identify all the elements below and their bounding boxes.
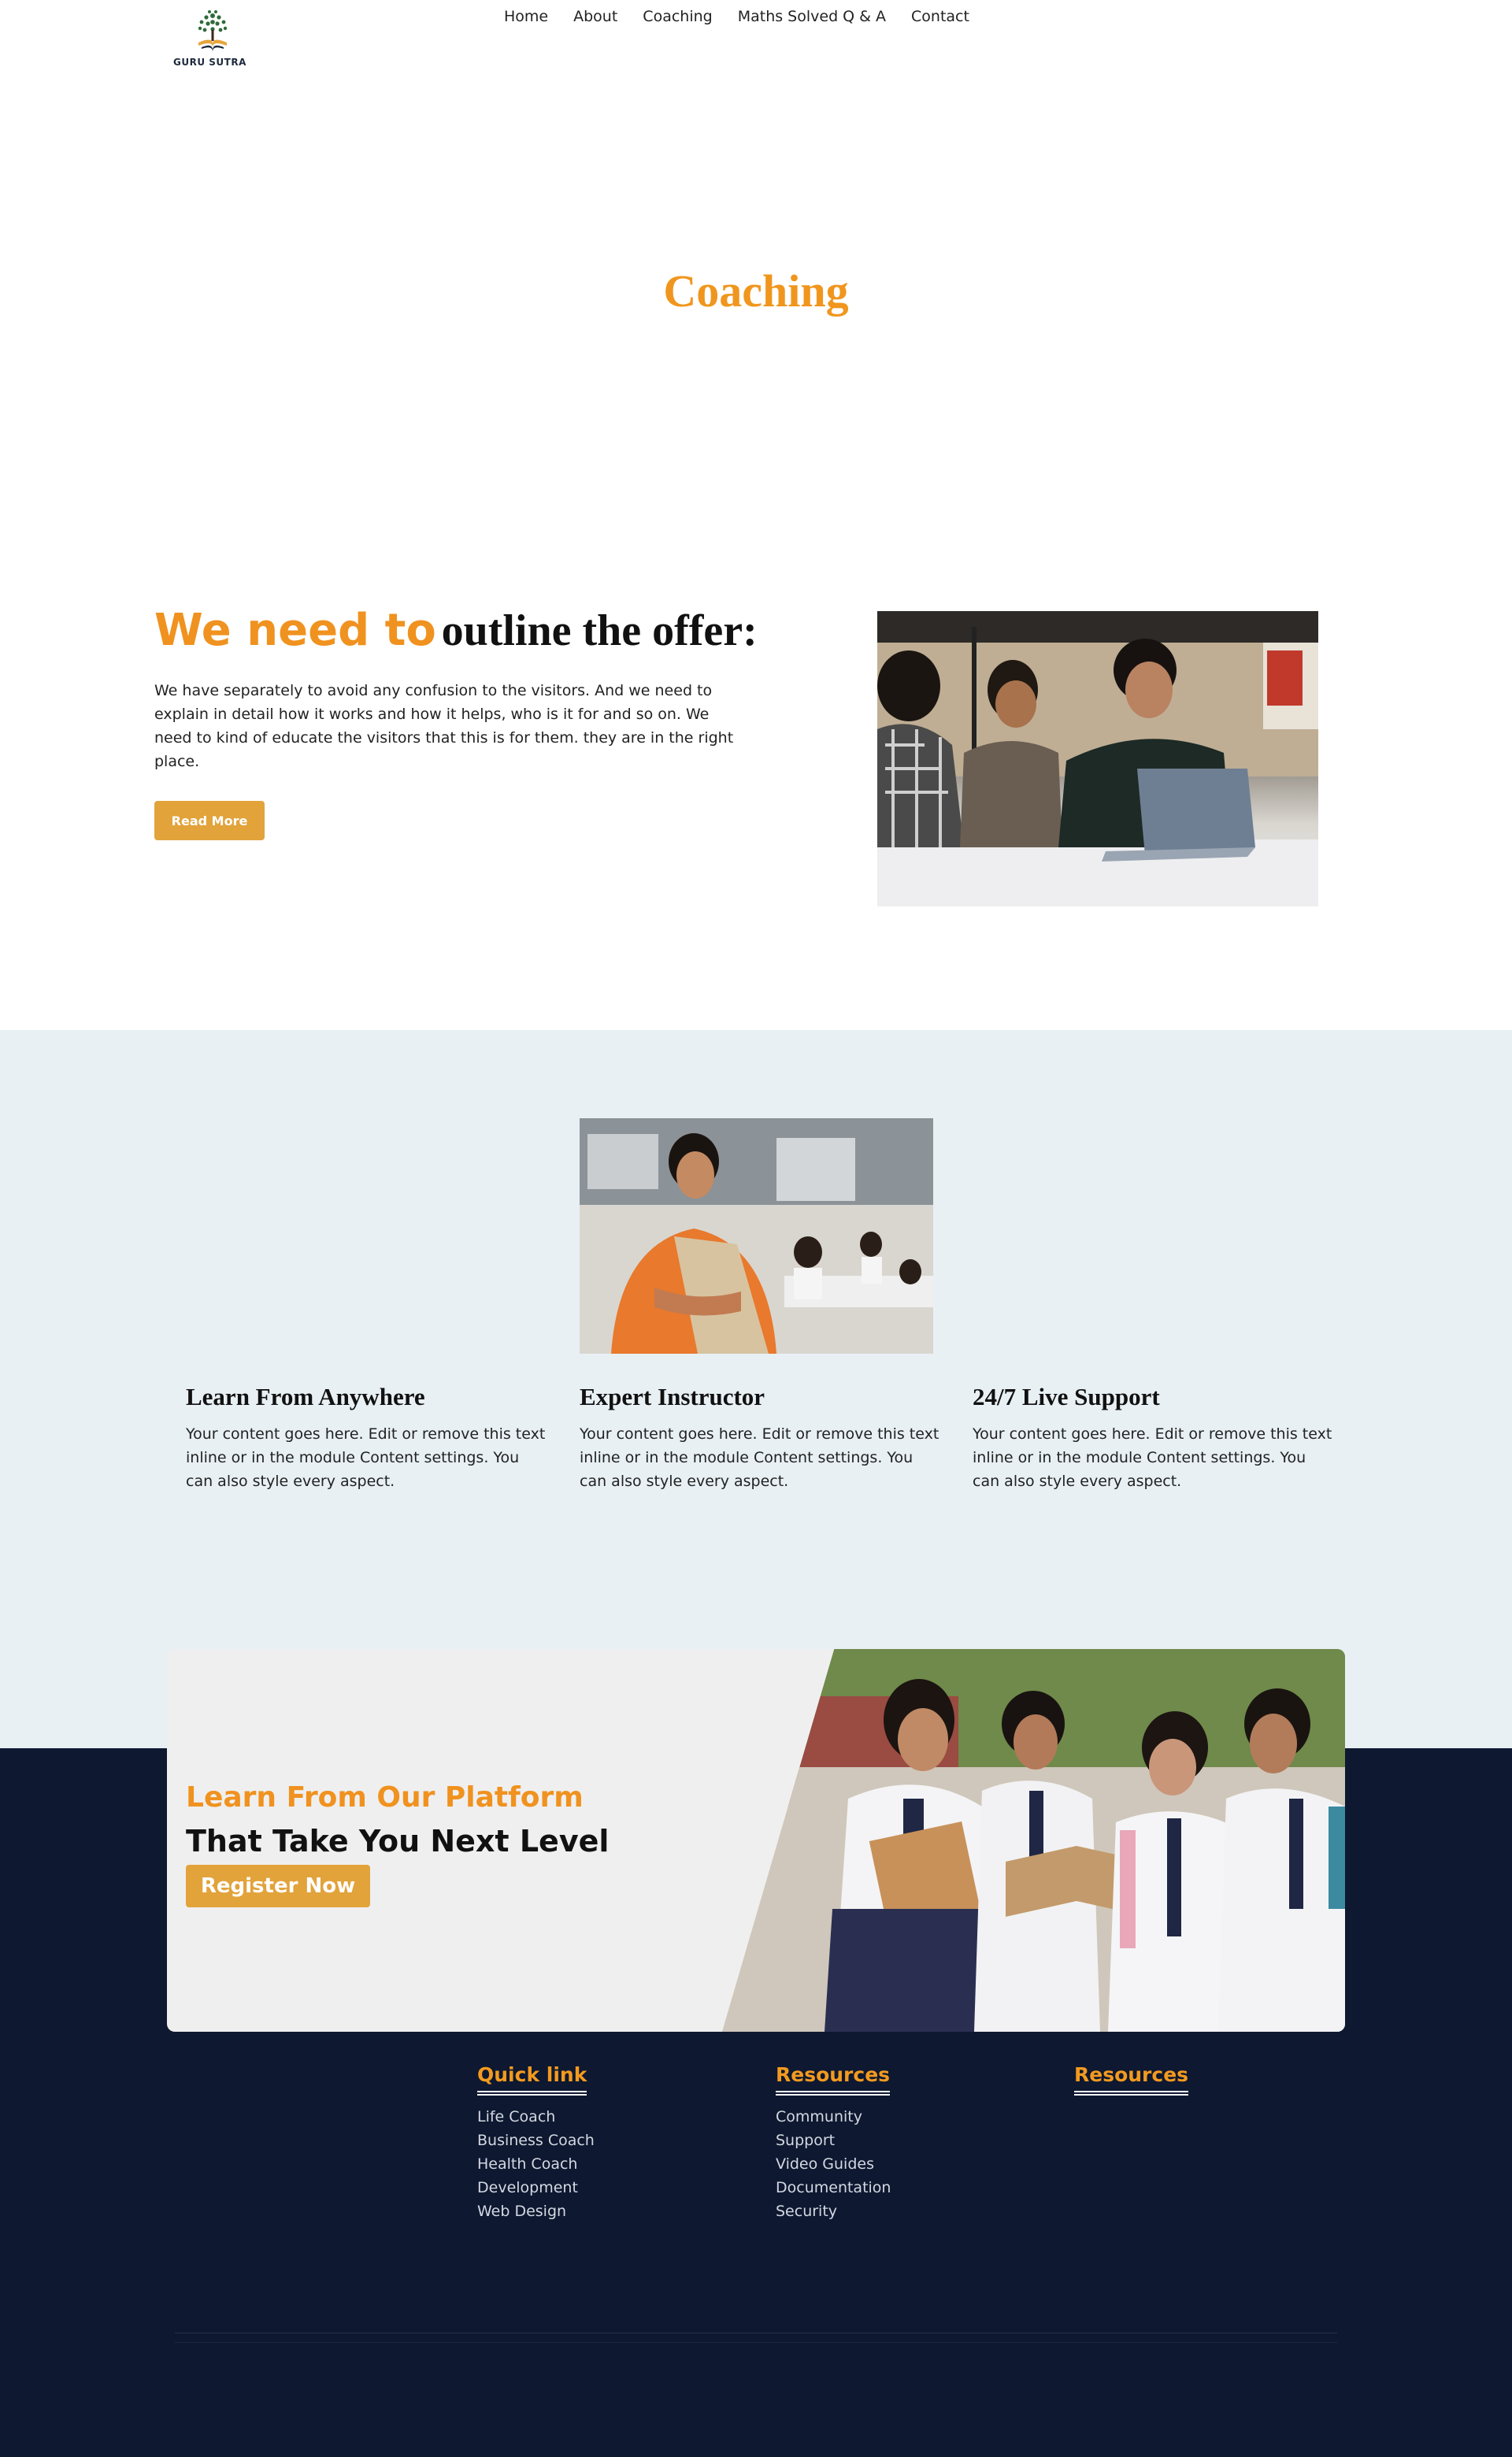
register-now-button[interactable]: Register Now — [186, 1865, 370, 1907]
teacher-classroom-illustration — [580, 1118, 933, 1354]
students-books-photo — [722, 1649, 1345, 2032]
footer-column-title: Quick link — [477, 2063, 587, 2096]
footer-link-health-coach[interactable]: Health Coach — [477, 2152, 682, 2176]
footer-link-development[interactable]: Development — [477, 2176, 682, 2199]
footer-link-business-coach[interactable]: Business Coach — [477, 2129, 682, 2152]
footer-column-resources-2: Resources — [1074, 2063, 1279, 2105]
footer-column-title: Resources — [1074, 2063, 1189, 2096]
footer-column-resources: Resources Community Support Video Guides… — [776, 2063, 980, 2223]
nav-about[interactable]: About — [573, 8, 617, 25]
feature-expert-instructor: Expert Instructor Your content goes here… — [580, 1383, 942, 1493]
feature-title: Learn From Anywhere — [186, 1383, 425, 1410]
nav-contact[interactable]: Contact — [911, 8, 969, 25]
tree-book-logo-icon — [198, 10, 228, 52]
feature-title: Expert Instructor — [580, 1383, 765, 1410]
nav-home[interactable]: Home — [504, 8, 548, 25]
footer-link-community[interactable]: Community — [776, 2105, 980, 2129]
footer-link-life-coach[interactable]: Life Coach — [477, 2105, 682, 2129]
feature-live-support: 24/7 Live Support Your content goes here… — [973, 1383, 1335, 1493]
logo-text: GURU SUTRA — [173, 57, 246, 68]
footer-link-security[interactable]: Security — [776, 2199, 980, 2223]
footer-link-documentation[interactable]: Documentation — [776, 2176, 980, 2199]
students-books-illustration — [722, 1649, 1345, 2032]
cta-banner: Learn From Our Platform That Take You Ne… — [167, 1649, 1345, 2032]
students-laptop-photo — [877, 611, 1318, 906]
footer-column-quick-links: Quick link Life Coach Business Coach Hea… — [477, 2063, 682, 2223]
offer-heading: We need to outline the offer: — [154, 605, 758, 656]
nav-maths-qa[interactable]: Maths Solved Q & A — [738, 8, 886, 25]
main-nav: Home About Coaching Maths Solved Q & A C… — [504, 8, 969, 25]
feature-text: Your content goes here. Edit or remove t… — [186, 1425, 546, 1490]
read-more-button[interactable]: Read More — [154, 801, 265, 840]
footer-column-title: Resources — [776, 2063, 891, 2096]
feature-title: 24/7 Live Support — [973, 1383, 1160, 1410]
offer-description: We have separately to avoid any confusio… — [154, 682, 734, 770]
nav-coaching[interactable]: Coaching — [643, 8, 712, 25]
site-header: GURU SUTRA Home About Coaching Maths Sol… — [0, 0, 1512, 71]
footer-divider — [175, 2342, 1337, 2343]
teacher-photo — [580, 1118, 933, 1354]
feature-text: Your content goes here. Edit or remove t… — [973, 1425, 1332, 1490]
footer-link-video-guides[interactable]: Video Guides — [776, 2152, 980, 2176]
footer-link-support[interactable]: Support — [776, 2129, 980, 2152]
cta-headline: Learn From Our Platform — [186, 1781, 584, 1814]
feature-learn-anywhere: Learn From Anywhere Your content goes he… — [186, 1383, 548, 1493]
footer-link-web-design[interactable]: Web Design — [477, 2199, 682, 2223]
feature-text: Your content goes here. Edit or remove t… — [580, 1425, 939, 1490]
offer-heading-rest: outline the offer: — [441, 606, 758, 655]
offer-heading-accent: We need to — [154, 605, 436, 656]
students-laptop-illustration — [877, 611, 1318, 906]
cta-subheadline: That Take You Next Level — [186, 1824, 610, 1858]
page-title: Coaching — [663, 265, 849, 317]
site-logo[interactable]: GURU SUTRA — [165, 8, 260, 68]
